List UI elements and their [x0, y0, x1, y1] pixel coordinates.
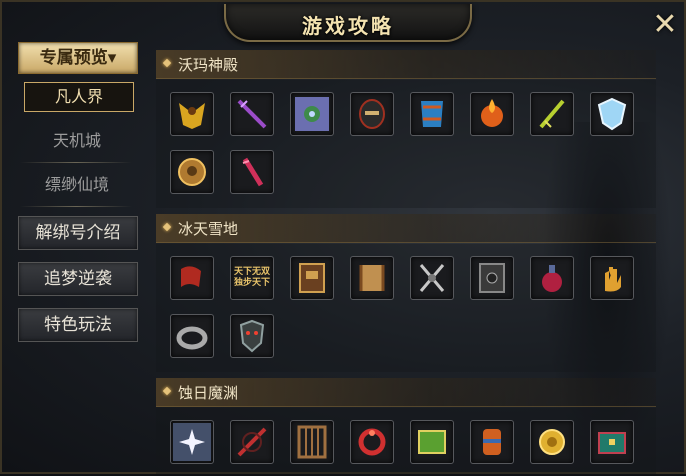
sidebar: 专属预览▾ 凡人界 天机城 缥缈仙境 解绑号介绍 追梦逆袭 特色玩法 [2, 38, 152, 476]
divider [20, 162, 132, 163]
brown-book-icon-art [299, 263, 325, 293]
section-items-woma-temple [156, 80, 656, 208]
teal-chest-icon-art [598, 432, 626, 454]
golden-hand-icon[interactable] [590, 256, 634, 300]
diamond-bullet-icon [162, 386, 172, 396]
golden-hand-icon-art [605, 267, 621, 292]
dream-chase-button[interactable]: 追梦逆袭 [18, 262, 138, 296]
gold-coin-icon-art [539, 429, 565, 455]
potion-bottle-icon[interactable] [530, 256, 574, 300]
ice-shield-icon[interactable] [590, 92, 634, 136]
purple-sword-icon[interactable] [230, 92, 274, 136]
teal-chest-icon[interactable] [590, 420, 634, 464]
section-header-ice-snow-land: 冰天雪地 [156, 214, 656, 243]
divider [20, 206, 132, 207]
special-gameplay-button[interactable]: 特色玩法 [18, 308, 138, 342]
dark-tome-icon[interactable] [470, 256, 514, 300]
golden-winged-armor-icon-art [179, 103, 205, 129]
title-plaque: 游戏攻略 [224, 4, 472, 42]
flower-box-icon[interactable] [290, 92, 334, 136]
dark-helmet-icon-art [359, 99, 385, 129]
dark-helmet-icon[interactable] [350, 92, 394, 136]
wooden-cage-icon-art [297, 425, 327, 459]
green-blade-icon[interactable] [530, 92, 574, 136]
flame-orb-icon-art [481, 99, 503, 127]
wooden-cage-icon[interactable] [290, 420, 334, 464]
white-flower-icon-art [173, 423, 211, 461]
dark-tome-icon-art [479, 263, 505, 293]
sidebar-item-tianji-city[interactable]: 天机城 [18, 126, 136, 156]
sidebar-item-mortal-realm[interactable]: 凡人界 [24, 82, 134, 112]
bronze-medal-icon-art [178, 158, 206, 186]
ice-shield-icon-art [597, 97, 627, 131]
double-axe-icon-art [419, 264, 445, 292]
fire-bracer-icon[interactable] [470, 420, 514, 464]
purple-sword-icon-art [237, 99, 267, 129]
potion-bottle-icon-art [542, 265, 562, 292]
golden-winged-armor-icon[interactable] [170, 92, 214, 136]
content-panel: 沃玛神殿 冰天雪地 天下无双 独步天下 蚀日魔渊 [154, 46, 660, 476]
red-sword-icon[interactable] [230, 420, 274, 464]
fire-bracer-icon-art [483, 429, 501, 455]
section-title: 冰天雪地 [178, 220, 239, 238]
silver-ring-icon[interactable] [170, 314, 214, 358]
close-icon[interactable]: ✕ [648, 10, 682, 40]
crimson-blade-icon[interactable] [230, 150, 274, 194]
red-ring-icon-art [358, 428, 386, 456]
section-title: 沃玛神殿 [178, 56, 239, 74]
red-ring-icon[interactable] [350, 420, 394, 464]
section-items-eclipse-abyss [156, 408, 656, 474]
unbind-account-intro-button[interactable]: 解绑号介绍 [18, 216, 138, 250]
red-flag-icon[interactable] [170, 256, 214, 300]
bronze-medal-icon[interactable] [170, 150, 214, 194]
red-flag-icon-art [181, 266, 201, 287]
green-book-icon-art [418, 430, 446, 454]
game-guide-window: 游戏攻略 ✕ 专属预览▾ 凡人界 天机城 缥缈仙境 解绑号介绍 追梦逆袭 特色玩… [0, 0, 686, 474]
blue-armor-icon[interactable] [410, 92, 454, 136]
brown-book-icon[interactable] [290, 256, 334, 300]
green-blade-icon-art [539, 99, 565, 129]
section-title: 蚀日魔渊 [178, 384, 239, 402]
demon-mask-icon-art [239, 319, 265, 353]
green-book-icon[interactable] [410, 420, 454, 464]
diamond-bullet-icon [162, 58, 172, 68]
preview-dropdown[interactable]: 专属预览▾ [18, 42, 138, 74]
gold-coin-icon[interactable] [530, 420, 574, 464]
section-header-woma-temple: 沃玛神殿 [156, 50, 656, 79]
section-header-eclipse-abyss: 蚀日魔渊 [156, 378, 656, 407]
flame-orb-icon[interactable] [470, 92, 514, 136]
diamond-bullet-icon [162, 222, 172, 232]
window-title: 游戏攻略 [302, 14, 394, 38]
demon-mask-icon[interactable] [230, 314, 274, 358]
golden-text-icon[interactable]: 天下无双 独步天下 [230, 256, 274, 300]
blue-armor-icon-art [421, 101, 443, 127]
preview-dropdown-label: 专属预览 [39, 48, 108, 68]
section-items-ice-snow-land: 天下无双 独步天下 [156, 244, 656, 372]
sidebar-item-piaomiao-wonderland[interactable]: 缥缈仙境 [18, 170, 136, 200]
golden-text-label: 天下无双 独步天下 [233, 267, 270, 288]
flower-box-icon-art [295, 97, 329, 131]
double-axe-icon[interactable] [410, 256, 454, 300]
red-sword-icon-art [237, 427, 267, 457]
silver-ring-icon-art [176, 326, 208, 350]
scroll-icon-art [359, 265, 385, 291]
white-flower-icon[interactable] [170, 420, 214, 464]
crimson-blade-icon-art [242, 157, 264, 187]
scroll-icon[interactable] [350, 256, 394, 300]
chevron-down-icon: ▾ [107, 48, 117, 68]
